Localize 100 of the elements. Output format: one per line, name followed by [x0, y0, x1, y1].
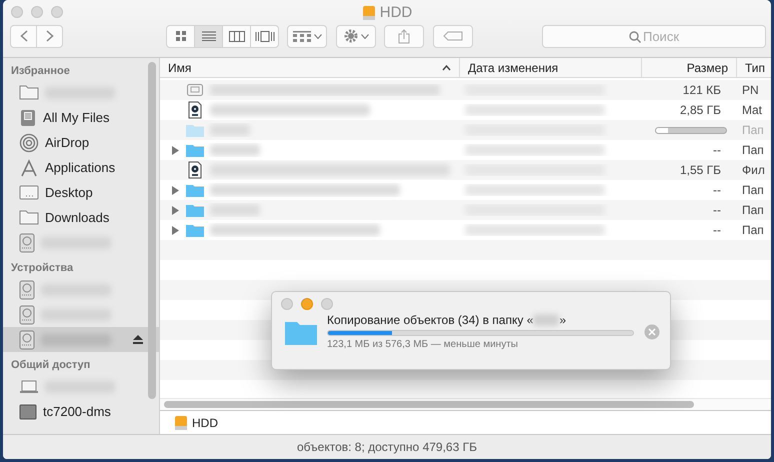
airdrop-icon — [19, 132, 39, 152]
forward-button[interactable] — [36, 24, 63, 48]
file-row[interactable]: -- Пап — [160, 200, 771, 220]
folder-icon — [186, 143, 204, 157]
copy-title: Копирование объектов (34) в папку « — [327, 313, 534, 327]
arrange-icon — [292, 30, 310, 42]
close-window-button[interactable] — [281, 298, 293, 310]
sidebar-item-label: Downloads — [45, 210, 110, 225]
cover-flow-button[interactable] — [250, 24, 279, 48]
arrange-button[interactable] — [287, 24, 327, 48]
kind-cell: Фил — [742, 163, 765, 177]
drive-icon — [19, 280, 35, 300]
zoom-window-button[interactable] — [51, 6, 63, 18]
column-header[interactable]: Дата изменения — [460, 58, 642, 77]
sidebar-item[interactable]: Downloads — [3, 205, 159, 230]
list-icon — [202, 31, 216, 41]
scrollbar-thumb[interactable] — [148, 62, 156, 399]
column-header[interactable]: Тип — [737, 58, 771, 77]
sidebar-item[interactable]: Desktop — [3, 180, 159, 205]
folder-icon — [186, 223, 204, 237]
disclosure-triangle-icon[interactable] — [172, 226, 178, 234]
desktop-icon — [19, 185, 39, 200]
search-field[interactable]: Поиск — [542, 24, 766, 48]
chevron-down-icon — [360, 34, 368, 38]
eject-icon[interactable] — [133, 335, 143, 344]
drive-icon — [19, 330, 35, 350]
file-row[interactable]: 1,55 ГБ Фил — [160, 160, 771, 180]
cover-flow-icon — [254, 30, 274, 42]
drive-icon — [362, 4, 376, 20]
copy-title-end: » — [559, 313, 566, 327]
folder-icon — [186, 183, 204, 197]
list-view-button[interactable] — [194, 24, 223, 48]
close-window-button[interactable] — [11, 6, 23, 18]
kind-cell: Пап — [742, 123, 764, 137]
minimize-window-button[interactable] — [31, 6, 43, 18]
chevron-down-icon — [314, 34, 322, 38]
window-title: HDD — [380, 4, 412, 21]
kind-cell: Пап — [742, 183, 764, 197]
sidebar-section-title: Избранное — [10, 64, 71, 79]
folder-icon — [186, 203, 204, 217]
column-view-button[interactable] — [222, 24, 251, 48]
gear-icon — [344, 29, 358, 43]
sidebar-item-label: Desktop — [45, 185, 93, 200]
share-icon — [398, 28, 410, 44]
cancel-icon[interactable] — [644, 324, 660, 340]
sidebar-item[interactable]: tc7200-dms — [3, 399, 159, 424]
folder-icon — [19, 210, 39, 225]
sidebar-item-label: tc7200-dms — [43, 404, 111, 419]
search-icon — [629, 30, 641, 42]
disclosure-triangle-icon[interactable] — [172, 186, 178, 194]
files-icon — [19, 108, 37, 126]
drive-icon — [174, 414, 188, 430]
share-button[interactable] — [384, 24, 424, 48]
sidebar-item-label: AirDrop — [45, 135, 90, 150]
kind-cell: Mat — [742, 103, 762, 117]
disclosure-triangle-icon[interactable] — [172, 146, 178, 154]
tag-icon — [443, 31, 463, 41]
size-cell: -- — [713, 223, 721, 237]
redacted-label — [210, 204, 260, 216]
back-button[interactable] — [10, 24, 37, 48]
icon-view-button[interactable] — [166, 24, 195, 48]
tag-button[interactable] — [433, 24, 473, 48]
file-row[interactable]: 121 КБ PN — [160, 80, 771, 100]
sidebar-item[interactable]: Applications — [3, 155, 159, 180]
chevron-left-icon — [20, 30, 28, 42]
size-cell: 121 КБ — [682, 83, 721, 97]
sidebar-item[interactable]: AirDrop — [3, 130, 159, 155]
laptop-icon — [19, 380, 39, 394]
path-item[interactable]: HDD — [192, 416, 218, 430]
sidebar-section-title: Общий доступ — [10, 358, 92, 373]
image-file-icon — [187, 84, 203, 96]
sidebar-item-label: Applications — [45, 160, 116, 175]
display-icon — [19, 404, 37, 420]
disk-image-icon — [188, 101, 202, 119]
column-header[interactable]: Размер — [642, 58, 737, 77]
scrollbar-thumb[interactable] — [164, 401, 694, 408]
minimize-window-button[interactable] — [301, 298, 313, 310]
redacted-label — [210, 144, 260, 156]
folder-icon — [19, 85, 39, 100]
size-cell: -- — [713, 183, 721, 197]
action-button[interactable] — [336, 24, 376, 48]
redacted-label — [210, 124, 250, 136]
grid-icon — [174, 30, 186, 42]
disk-image-icon — [188, 161, 202, 179]
sidebar-item[interactable]: All My Files — [3, 105, 159, 130]
redacted-label — [533, 314, 560, 326]
columns-icon — [228, 30, 244, 42]
folder-icon — [186, 123, 204, 137]
kind-cell: Пап — [742, 203, 764, 217]
drive-icon — [19, 232, 35, 252]
zoom-window-button[interactable] — [321, 298, 333, 310]
column-header[interactable]: Имя — [160, 58, 460, 77]
size-cell: 2,85 ГБ — [680, 103, 721, 117]
size-cell: 1,55 ГБ — [680, 163, 721, 177]
copy-progress-bar — [655, 126, 727, 134]
chevron-right-icon — [46, 30, 54, 42]
size-cell: -- — [713, 143, 721, 157]
copy-status-text: 123,1 МБ из 576,3 МБ — меньше минуты — [327, 339, 519, 350]
disclosure-triangle-icon[interactable] — [172, 206, 178, 214]
sidebar-item-label: All My Files — [43, 110, 110, 125]
